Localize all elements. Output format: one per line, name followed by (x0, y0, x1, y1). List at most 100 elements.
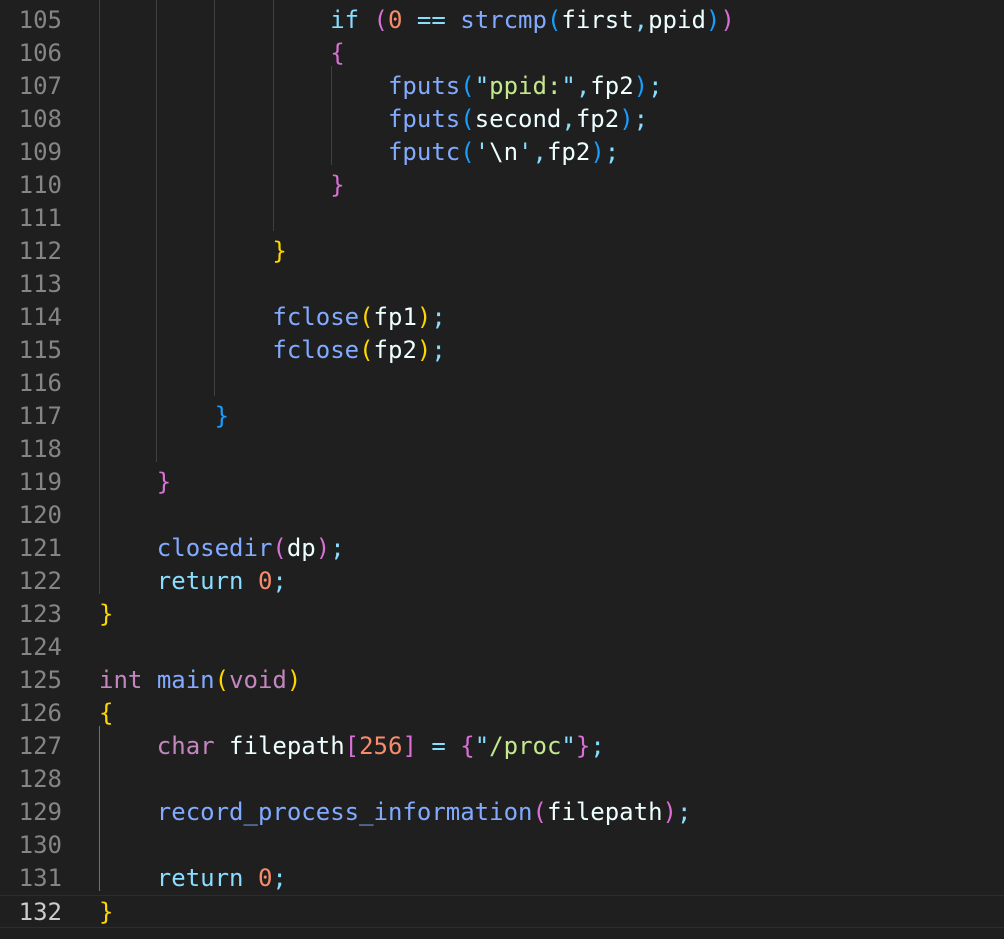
line-code[interactable]: fputc('\n',fp2); (99, 136, 619, 169)
code-line[interactable]: 113 (0, 268, 1004, 301)
line-number[interactable]: 108 (0, 103, 62, 136)
code-token: filepath (546, 798, 663, 826)
line-code[interactable]: fputs("ppid:",fp2); (99, 70, 663, 103)
code-token: record_process_information (156, 798, 533, 826)
line-code[interactable]: } (99, 598, 113, 631)
code-token: , (633, 6, 649, 34)
line-code[interactable]: if (0 == strcmp(first,ppid)) (99, 4, 735, 37)
line-number[interactable]: 122 (0, 565, 62, 598)
line-code[interactable]: { (99, 37, 344, 70)
line-number[interactable]: 109 (0, 136, 62, 169)
line-number[interactable]: 128 (0, 763, 62, 796)
line-code[interactable]: char filepath[256] = {"/proc"}; (99, 730, 605, 763)
code-token: fp2 (546, 138, 591, 166)
line-number[interactable]: 114 (0, 301, 62, 334)
line-number[interactable]: 121 (0, 532, 62, 565)
line-code[interactable]: int main(void) (99, 664, 301, 697)
code-token: ) (416, 336, 432, 364)
code-line[interactable]: 120 (0, 499, 1004, 532)
code-line[interactable]: 114 fclose(fp1); (0, 301, 1004, 334)
line-number[interactable]: 105 (0, 4, 62, 37)
line-code[interactable]: return 0; (99, 862, 287, 895)
code-token: ( (373, 6, 388, 34)
line-code[interactable]: } (99, 235, 286, 268)
line-number[interactable]: 113 (0, 268, 62, 301)
code-line[interactable]: 110 } (0, 169, 1004, 202)
code-line[interactable]: 129 record_process_information(filepath)… (0, 796, 1004, 829)
code-token: = (416, 732, 461, 760)
code-token: [ (344, 732, 360, 760)
code-line[interactable]: 125 int main(void) (0, 664, 1004, 697)
line-code[interactable]: fputs(second,fp2); (99, 103, 648, 136)
line-code[interactable]: } (99, 466, 171, 499)
code-line[interactable]: 116 (0, 367, 1004, 400)
line-code[interactable]: fclose(fp1); (99, 301, 445, 334)
line-code[interactable]: record_process_information(filepath); (99, 796, 692, 829)
code-token: , (575, 72, 591, 100)
code-line[interactable]: 115 fclose(fp2); (0, 334, 1004, 367)
line-code[interactable]: } (99, 400, 229, 433)
line-code[interactable]: } (99, 896, 113, 929)
code-editor[interactable]: 105 if (0 == strcmp(first,ppid)) 106 {107… (0, 0, 1004, 939)
line-number[interactable]: 126 (0, 697, 62, 730)
line-number[interactable]: 117 (0, 400, 62, 433)
code-line[interactable]: 119 } (0, 466, 1004, 499)
line-number[interactable]: 123 (0, 598, 62, 631)
code-line[interactable]: 105 if (0 == strcmp(first,ppid)) (0, 4, 1004, 37)
line-number[interactable]: 129 (0, 796, 62, 829)
line-number[interactable]: 112 (0, 235, 62, 268)
code-token: ) (705, 6, 721, 34)
code-line[interactable]: 117 } (0, 400, 1004, 433)
line-code[interactable]: { (99, 697, 113, 730)
code-line[interactable]: 123} (0, 598, 1004, 631)
line-number[interactable]: 127 (0, 730, 62, 763)
code-line[interactable]: 121 closedir(dp); (0, 532, 1004, 565)
line-number[interactable]: 115 (0, 334, 62, 367)
line-number[interactable]: 120 (0, 499, 62, 532)
code-token: filepath (229, 732, 345, 760)
code-line[interactable]: 124 (0, 631, 1004, 664)
line-number[interactable]: 110 (0, 169, 62, 202)
line-number[interactable]: 132 (0, 896, 62, 929)
line-number[interactable]: 124 (0, 631, 62, 664)
line-number[interactable]: 116 (0, 367, 62, 400)
line-number[interactable]: 125 (0, 664, 62, 697)
line-code[interactable]: return 0; (99, 565, 287, 598)
line-number[interactable]: 118 (0, 433, 62, 466)
code-token: ) (619, 105, 634, 133)
code-line[interactable]: 111 (0, 202, 1004, 235)
line-number[interactable]: 131 (0, 862, 62, 895)
code-line[interactable]: 131 return 0; (0, 862, 1004, 895)
code-line[interactable]: 126 { (0, 697, 1004, 730)
code-token: ( (460, 105, 475, 133)
line-number[interactable]: 119 (0, 466, 62, 499)
code-line[interactable]: 108 fputs(second,fp2); (0, 103, 1004, 136)
code-line[interactable]: 118 (0, 433, 1004, 466)
code-line[interactable]: 112 } (0, 235, 1004, 268)
code-line[interactable]: 107 fputs("ppid:",fp2); (0, 70, 1004, 103)
line-number[interactable]: 107 (0, 70, 62, 103)
code-token: closedir (156, 534, 273, 562)
code-token: ; (431, 336, 446, 364)
code-line[interactable]: 106 { (0, 37, 1004, 70)
line-number[interactable]: 111 (0, 202, 62, 235)
code-line-current[interactable]: 132} (0, 895, 1004, 928)
code-line[interactable]: 128 (0, 763, 1004, 796)
code-line[interactable]: 122 return 0; (0, 565, 1004, 598)
code-line[interactable]: 127 char filepath[256] = {"/proc"}; (0, 730, 1004, 763)
line-code[interactable]: closedir(dp); (99, 532, 345, 565)
code-line[interactable]: 109 fputc('\n',fp2); (0, 136, 1004, 169)
line-code[interactable]: fclose(fp2); (99, 334, 446, 367)
code-token: ; (633, 105, 649, 133)
code-token: int (99, 666, 143, 694)
line-code[interactable]: } (99, 169, 344, 202)
code-token: return (156, 864, 244, 892)
line-number[interactable]: 130 (0, 829, 62, 862)
line-number[interactable]: 106 (0, 37, 62, 70)
code-line[interactable]: 130 (0, 829, 1004, 862)
